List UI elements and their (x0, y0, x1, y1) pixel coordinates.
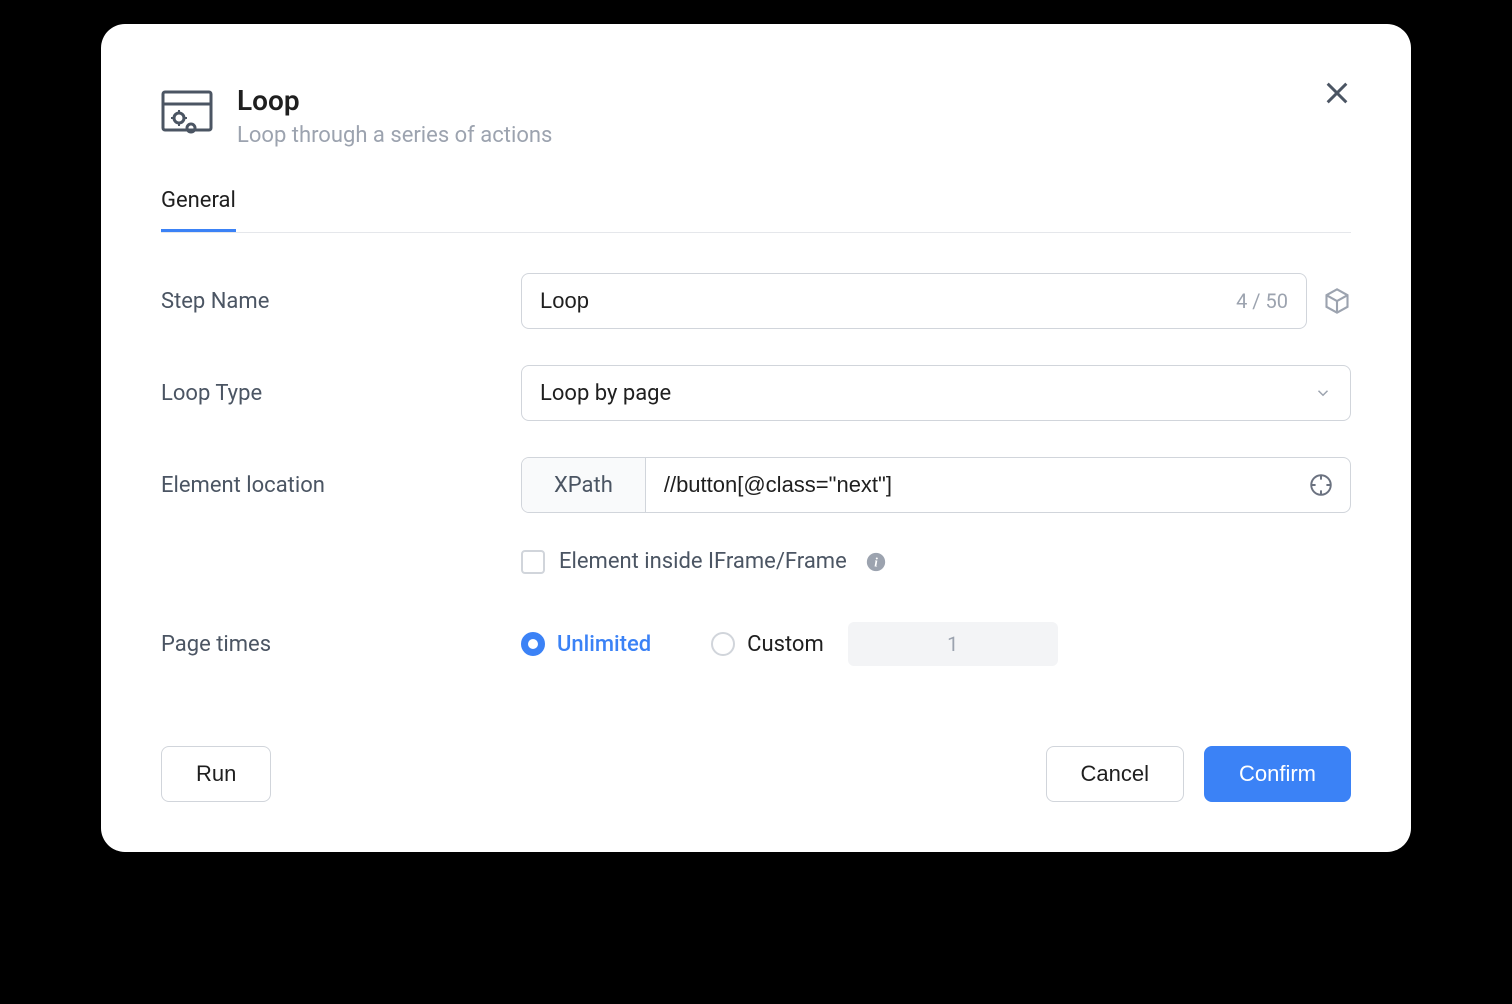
loop-type-select[interactable]: Loop by page (521, 365, 1351, 421)
radio-unlimited-label: Unlimited (557, 632, 651, 657)
custom-number-input[interactable]: 1 (848, 622, 1058, 666)
info-icon[interactable]: i (865, 551, 887, 573)
step-name-label: Step Name (161, 289, 521, 314)
step-name-char-count: 4 / 50 (1236, 289, 1288, 313)
radio-custom-label: Custom (747, 632, 824, 657)
confirm-button[interactable]: Confirm (1204, 746, 1351, 802)
radio-unlimited-input (521, 632, 545, 656)
page-times-row: Page times Unlimited Custom 1 (161, 622, 1351, 666)
xpath-prefix[interactable]: XPath (522, 458, 646, 512)
step-name-input-wrapper: 4 / 50 (521, 273, 1307, 329)
loop-type-row: Loop Type Loop by page (161, 365, 1351, 421)
variable-cube-icon[interactable] (1323, 287, 1351, 315)
close-icon[interactable] (1323, 79, 1351, 107)
tab-general[interactable]: General (161, 188, 236, 232)
loop-type-label: Loop Type (161, 381, 521, 406)
svg-text:i: i (874, 555, 878, 569)
iframe-checkbox-row: Element inside IFrame/Frame i (521, 549, 1351, 574)
cancel-button[interactable]: Cancel (1046, 746, 1184, 802)
element-location-input-group: XPath (521, 457, 1351, 513)
loop-type-value: Loop by page (540, 381, 671, 406)
modal-subtitle: Loop through a series of actions (237, 123, 1351, 148)
page-times-label: Page times (161, 632, 521, 657)
modal-title: Loop (237, 84, 1351, 117)
modal-header: Loop Loop through a series of actions (161, 84, 1351, 148)
loop-config-modal: Loop Loop through a series of actions Ge… (101, 24, 1411, 852)
header-text: Loop Loop through a series of actions (237, 84, 1351, 148)
radio-custom-input (711, 632, 735, 656)
step-name-input[interactable] (540, 288, 1236, 314)
loop-window-icon (161, 90, 213, 138)
iframe-checkbox-label: Element inside IFrame/Frame (559, 549, 847, 574)
iframe-checkbox[interactable] (521, 550, 545, 574)
element-location-row: Element location XPath (161, 457, 1351, 513)
modal-footer: Run Cancel Confirm (161, 746, 1351, 802)
element-location-label: Element location (161, 473, 521, 498)
run-button[interactable]: Run (161, 746, 271, 802)
xpath-input[interactable] (646, 458, 1308, 512)
radio-unlimited[interactable]: Unlimited (521, 632, 651, 657)
target-picker-icon[interactable] (1308, 472, 1334, 498)
page-times-radio-group: Unlimited Custom 1 (521, 622, 1058, 666)
radio-custom[interactable]: Custom 1 (711, 622, 1058, 666)
footer-right: Cancel Confirm (1046, 746, 1352, 802)
step-name-row: Step Name 4 / 50 (161, 273, 1351, 329)
chevron-down-icon (1314, 384, 1332, 402)
tabs-container: General (161, 188, 1351, 233)
